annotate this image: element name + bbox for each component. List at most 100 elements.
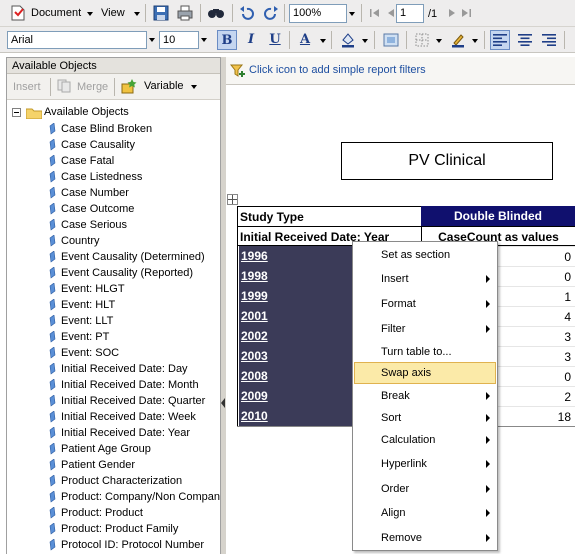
- tree-root-label[interactable]: Available Objects: [44, 106, 129, 118]
- underline-button[interactable]: U: [265, 30, 285, 50]
- last-page-icon[interactable]: [456, 3, 476, 23]
- italic-button[interactable]: I: [241, 30, 261, 50]
- menu-item-format[interactable]: Format: [354, 293, 496, 315]
- font-name-dropdown[interactable]: [146, 31, 158, 48]
- filter-icon[interactable]: [229, 63, 246, 82]
- page-number-field[interactable]: 1: [396, 4, 424, 23]
- document-menu[interactable]: Document: [31, 7, 81, 19]
- year-cell[interactable]: 1996: [239, 246, 355, 266]
- menu-item-set-as-section[interactable]: Set as section: [354, 244, 496, 266]
- menu-item-label: Hyperlink: [381, 458, 427, 470]
- object-list-item[interactable]: Patient Age Group: [49, 441, 151, 457]
- dimension-icon: [49, 443, 56, 455]
- align-left-icon[interactable]: [490, 30, 510, 50]
- background-image-icon[interactable]: [381, 30, 401, 50]
- font-size-dropdown[interactable]: [198, 31, 210, 48]
- font-color-button[interactable]: A: [295, 30, 315, 50]
- bold-button[interactable]: B: [217, 30, 237, 50]
- year-cell[interactable]: 2001: [239, 306, 355, 326]
- align-right-icon[interactable]: [539, 30, 559, 50]
- menu-item-swap-axis[interactable]: Swap axis: [354, 362, 496, 384]
- redo-icon[interactable]: [261, 3, 281, 23]
- menu-item-turn-table-to[interactable]: Turn table to...: [354, 341, 496, 363]
- chevron-down-icon[interactable]: [87, 12, 93, 16]
- collapse-toggle-icon[interactable]: [12, 108, 21, 117]
- font-name-field[interactable]: Arial: [7, 31, 147, 49]
- print-icon[interactable]: [175, 3, 195, 23]
- year-cell[interactable]: 2008: [239, 366, 355, 386]
- object-list-item[interactable]: Event: SOC: [49, 345, 119, 361]
- year-cell[interactable]: 2010: [239, 406, 355, 426]
- object-list-item[interactable]: Event: LLT: [49, 313, 113, 329]
- document-icon[interactable]: [8, 3, 28, 23]
- object-list-item[interactable]: Case Fatal: [49, 153, 114, 169]
- find-icon[interactable]: [206, 3, 226, 23]
- menu-item-calculation[interactable]: Calculation: [354, 429, 496, 451]
- menu-item-break[interactable]: Break: [354, 385, 496, 407]
- object-list-item[interactable]: Case Listedness: [49, 169, 142, 185]
- menu-item-insert[interactable]: Insert: [354, 268, 496, 290]
- year-cell[interactable]: 2002: [239, 326, 355, 346]
- object-list-item[interactable]: Product: Product Family: [49, 521, 178, 537]
- menu-item-filter[interactable]: Filter: [354, 318, 496, 340]
- zoom-field[interactable]: 100%: [289, 4, 347, 23]
- object-list-item[interactable]: Case Outcome: [49, 201, 134, 217]
- fill-color-icon[interactable]: [338, 30, 358, 50]
- object-list-item[interactable]: Case Causality: [49, 137, 135, 153]
- object-list-item[interactable]: Country: [49, 233, 100, 249]
- year-cell[interactable]: 1999: [239, 286, 355, 306]
- object-list-item[interactable]: Initial Received Date: Month: [49, 377, 199, 393]
- add-filter-hint[interactable]: Click icon to add simple report filters: [249, 64, 426, 76]
- object-list-item[interactable]: Initial Received Date: Quarter: [49, 393, 205, 409]
- chevron-down-icon[interactable]: [134, 12, 140, 16]
- dimension-icon: [49, 427, 56, 439]
- chevron-down-icon[interactable]: [362, 39, 368, 43]
- align-center-icon[interactable]: [515, 30, 535, 50]
- menu-item-order[interactable]: Order: [354, 478, 496, 500]
- menu-item-remove[interactable]: Remove: [354, 527, 496, 549]
- menu-item-hyperlink[interactable]: Hyperlink: [354, 453, 496, 475]
- year-cell[interactable]: 1998: [239, 266, 355, 286]
- variable-button[interactable]: Variable: [144, 80, 184, 92]
- undo-icon[interactable]: [237, 3, 257, 23]
- object-list-item[interactable]: Case Blind Broken: [49, 121, 152, 137]
- object-list-item[interactable]: Initial Received Date: Week: [49, 409, 196, 425]
- report-title[interactable]: PV Clinical: [341, 142, 553, 180]
- collapse-arrow-icon[interactable]: [221, 398, 225, 408]
- object-list-item[interactable]: Initial Received Date: Year: [49, 425, 190, 441]
- study-type-label[interactable]: Study Type: [238, 206, 421, 226]
- object-list-item[interactable]: Event: HLT: [49, 297, 115, 313]
- menu-item-sort[interactable]: Sort: [354, 407, 496, 429]
- border-color-icon[interactable]: [448, 30, 468, 50]
- object-list-item[interactable]: Event: PT: [49, 329, 109, 345]
- study-type-value[interactable]: Double Blinded: [421, 206, 575, 226]
- object-list-item[interactable]: Product: Product: [49, 505, 143, 521]
- object-list-item[interactable]: Event Causality (Determined): [49, 249, 205, 265]
- year-cell[interactable]: 2003: [239, 346, 355, 366]
- panel-toolbar: Insert Merge Variable: [7, 74, 220, 100]
- object-list-item[interactable]: Event Causality (Reported): [49, 265, 193, 281]
- font-size-field[interactable]: 10: [159, 31, 199, 49]
- chevron-down-icon[interactable]: [320, 39, 326, 43]
- zoom-dropdown[interactable]: [346, 5, 358, 22]
- object-list-item[interactable]: Event: HLGT: [49, 281, 125, 297]
- save-icon[interactable]: [151, 3, 171, 23]
- insert-button[interactable]: Insert: [13, 81, 41, 93]
- menu-item-label: Sort: [381, 412, 402, 424]
- object-list-item[interactable]: Case Serious: [49, 217, 127, 233]
- menu-item-align[interactable]: Align: [354, 502, 496, 524]
- object-list-item[interactable]: Product: Company/Non Company: [49, 489, 220, 505]
- year-cell[interactable]: 2009: [239, 386, 355, 406]
- move-handle-icon[interactable]: [227, 194, 238, 205]
- chevron-down-icon[interactable]: [472, 39, 478, 43]
- chevron-down-icon[interactable]: [191, 85, 197, 89]
- object-list-item[interactable]: Patient Gender: [49, 457, 135, 473]
- view-menu[interactable]: View: [101, 7, 125, 19]
- object-list-item[interactable]: Product Characterization: [49, 473, 182, 489]
- object-list-item[interactable]: Protocol ID: Protocol Number: [49, 537, 204, 553]
- borders-icon[interactable]: [412, 30, 432, 50]
- object-list-item[interactable]: Initial Received Date: Day: [49, 361, 188, 377]
- object-list-item[interactable]: Case Number: [49, 185, 129, 201]
- chevron-down-icon[interactable]: [436, 39, 442, 43]
- merge-button[interactable]: Merge: [77, 81, 108, 93]
